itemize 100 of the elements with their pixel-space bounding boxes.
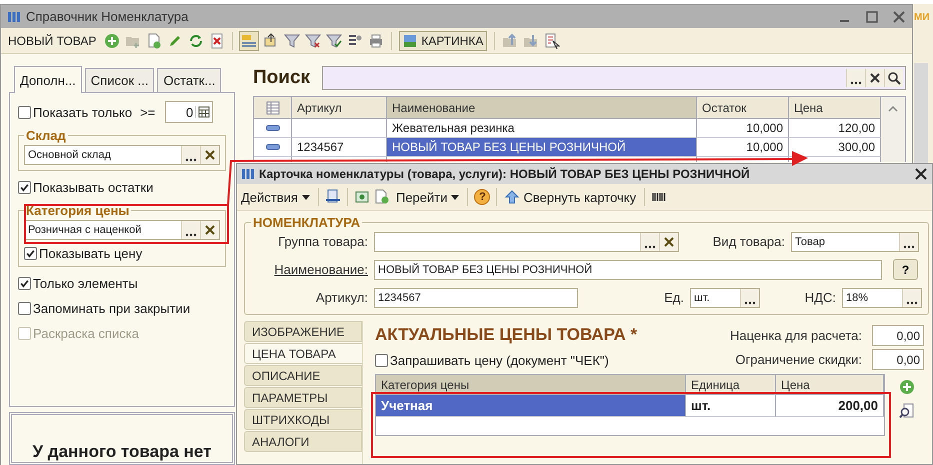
checkbox[interactable]: [18, 106, 31, 118]
select-field[interactable]: Основной склад: [24, 145, 220, 165]
number-field[interactable]: 0,00: [872, 349, 924, 370]
plus-icon[interactable]: [104, 32, 120, 48]
column-header[interactable]: Цена: [776, 375, 884, 395]
clear-icon[interactable]: [865, 69, 884, 87]
goto-menu-button[interactable]: Перейти: [394, 190, 462, 204]
help-button[interactable]: ?: [893, 259, 918, 280]
search-label: Поиск: [253, 67, 310, 89]
filter-icon[interactable]: [284, 32, 300, 48]
plus-icon[interactable]: [899, 379, 915, 395]
field-label: Ограничение скидки:: [735, 352, 862, 367]
clear-icon[interactable]: [200, 146, 219, 164]
table-settings-icon[interactable]: [266, 100, 280, 114]
text-field[interactable]: 1234567: [374, 288, 578, 308]
clear-icon[interactable]: [200, 221, 219, 239]
notice-text: У данного товара нет: [32, 442, 212, 462]
table-cell: шт.: [686, 395, 776, 417]
section-legend: НОМЕНКЛАТУРА: [251, 215, 362, 230]
tab[interactable]: Список ...: [84, 68, 154, 92]
clear-icon[interactable]: [659, 232, 678, 250]
section-heading: АКТУАЛЬНЫЕ ЦЕНЫ ТОВАРА *: [375, 325, 638, 345]
checkbox-label: Раскраска списка: [33, 326, 139, 340]
tab[interactable]: Остатк...: [157, 68, 222, 92]
picture-button[interactable]: КАРТИНКА: [399, 30, 488, 50]
field-label: НДС:: [804, 290, 836, 305]
caret-icon: [451, 194, 460, 200]
printer-icon[interactable]: [368, 32, 384, 48]
checkbox[interactable]: [375, 354, 388, 366]
table-cell: НОВЫЙ ТОВАР БЕЗ ЦЕНЫ РОЗНИЧНОЙ: [387, 138, 697, 157]
tab[interactable]: Дополн...: [14, 66, 82, 93]
number-field[interactable]: 0,00: [872, 325, 924, 346]
actions-menu-button[interactable]: Действия: [239, 190, 312, 204]
dots-icon[interactable]: [899, 232, 918, 250]
field-label: Ед.: [663, 290, 684, 305]
filter-icon[interactable]: [305, 32, 322, 48]
checkbox[interactable]: [24, 246, 37, 260]
scrollbar[interactable]: [881, 97, 905, 162]
select-field[interactable]: шт.: [690, 288, 760, 308]
delete-icon[interactable]: [209, 32, 226, 48]
calculator-icon[interactable]: [195, 106, 212, 118]
select-field[interactable]: Товар: [791, 232, 919, 252]
collapse-card-button[interactable]: Свернуть карточку: [503, 190, 638, 204]
column-header[interactable]: Остаток: [697, 97, 789, 119]
dots-icon[interactable]: [846, 69, 865, 87]
scroll-up-icon[interactable]: [887, 105, 899, 113]
select-field[interactable]: [374, 232, 679, 252]
refresh-icon[interactable]: [188, 32, 204, 48]
field-link[interactable]: Наименование:: [251, 262, 368, 277]
list-icon[interactable]: [240, 32, 258, 50]
maximize-icon[interactable]: [865, 10, 879, 24]
document-icon[interactable]: [544, 32, 560, 48]
column-header[interactable]: Цена: [789, 97, 881, 119]
caret-icon: [302, 194, 310, 200]
help-icon[interactable]: ?: [474, 189, 490, 205]
group-legend: Склад: [24, 128, 68, 143]
side-tab[interactable]: ОПИСАНИЕ: [244, 365, 362, 386]
dots-icon[interactable]: [181, 146, 200, 164]
select-field[interactable]: Розничная с наценкой: [24, 220, 220, 240]
field-label: Артикул:: [314, 290, 368, 305]
column-header[interactable]: Наименование: [387, 97, 697, 119]
new-item-button[interactable]: НОВЫЙ ТОВАР: [5, 32, 100, 50]
text-field[interactable]: НОВЫЙ ТОВАР БЕЗ ЦЕНЫ РОЗНИЧНОЙ: [374, 260, 882, 280]
dots-icon[interactable]: [902, 288, 921, 306]
checkbox[interactable]: [18, 180, 31, 194]
checkbox[interactable]: [18, 276, 31, 290]
table-cell: 10,000: [697, 138, 789, 157]
search-icon[interactable]: [884, 69, 903, 87]
checkbox-label: Показывать цену: [39, 246, 142, 260]
background-text: МИ: [914, 12, 931, 23]
column-header[interactable]: Единица: [686, 375, 776, 395]
table-cell: Учетная: [376, 395, 686, 417]
close-icon[interactable]: [914, 167, 928, 181]
dots-icon[interactable]: [181, 221, 200, 239]
side-tab[interactable]: ШТРИХКОДЫ: [244, 409, 362, 430]
checkbox-label: Запрашивать цену (документ "ЧЕК"): [390, 352, 609, 368]
number-field[interactable]: 0: [165, 101, 214, 123]
search-field[interactable]: [322, 66, 906, 90]
column-header[interactable]: Артикул: [292, 97, 387, 119]
window-title: Карточка номенклатуры (товара, услуги): НОВЫЙ ТОВАР БЕЗ ЦЕНЫ РОЗНИЧНОЙ: [259, 167, 750, 181]
table-cell: 10,000: [697, 119, 789, 138]
select-field[interactable]: 18%: [842, 288, 922, 308]
dots-icon[interactable]: [740, 288, 759, 306]
landscape-icon: [403, 34, 418, 48]
dots-icon[interactable]: [640, 232, 659, 250]
side-tab[interactable]: ЦЕНА ТОВАРА: [244, 343, 363, 364]
checkbox-label: Только элементы: [33, 276, 138, 290]
search-icon[interactable]: [899, 403, 915, 419]
document-icon[interactable]: [324, 189, 341, 205]
column-header[interactable]: Категория цены: [376, 375, 686, 395]
filter-icon[interactable]: [326, 32, 342, 48]
field-label: Наценка для расчета:: [730, 328, 862, 343]
item-icon: [266, 144, 280, 150]
side-tab[interactable]: ПАРАМЕТРЫ: [244, 387, 362, 408]
checkbox-label: Запоминать при закрытии: [33, 300, 190, 316]
item-icon: [266, 125, 280, 131]
side-tab[interactable]: АНАЛОГИ: [244, 431, 362, 452]
group-legend: Категория цены: [24, 203, 132, 218]
checkbox[interactable]: [18, 302, 31, 314]
side-tab[interactable]: ИЗОБРАЖЕНИЕ: [244, 321, 362, 342]
